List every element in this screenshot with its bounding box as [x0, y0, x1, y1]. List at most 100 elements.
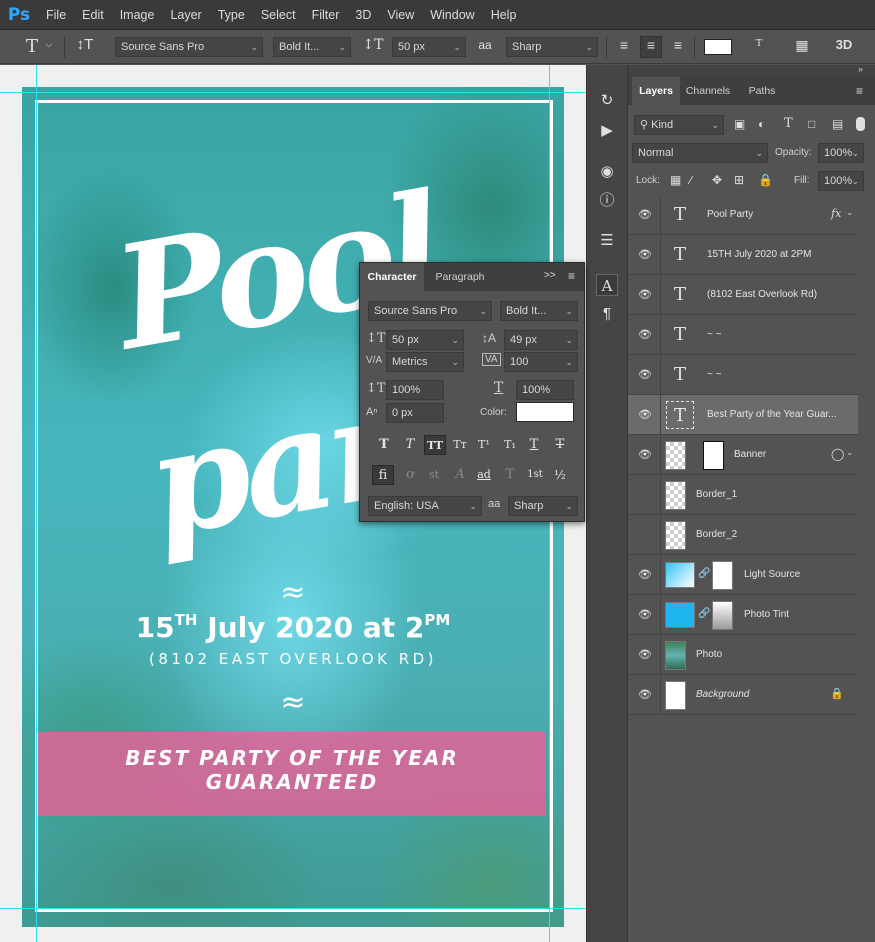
photoshop-logo[interactable]: Ps [0, 0, 38, 30]
visibility-eye-icon[interactable]: 👁 [637, 248, 653, 262]
menu-view[interactable]: View [379, 0, 422, 30]
layer-row[interactable]: Border_2 [628, 515, 858, 555]
tab-paragraph[interactable]: Paragraph [426, 263, 494, 291]
titling-alternates-button[interactable]: T [500, 465, 520, 485]
layer-row[interactable]: 👁 Background 🔒 [628, 675, 858, 715]
guide-horizontal-bottom[interactable] [0, 908, 586, 909]
char-vertical-scale-field[interactable]: 100% [386, 380, 444, 400]
layer-row[interactable]: 👁 🔗 Photo Tint [628, 595, 858, 635]
subscript-button[interactable]: T₁ [500, 435, 520, 455]
underline-button[interactable]: T [524, 435, 544, 455]
menu-window[interactable]: Window [422, 0, 482, 30]
menu-edit[interactable]: Edit [74, 0, 112, 30]
menu-help[interactable]: Help [483, 0, 525, 30]
visibility-eye-icon[interactable]: 👁 [637, 208, 653, 222]
visibility-eye-icon[interactable]: 👁 [637, 328, 653, 342]
layer-style-icon[interactable]: ◯ [831, 447, 844, 461]
char-tracking-dropdown[interactable]: 100 ⌄ [504, 352, 578, 372]
menu-file[interactable]: File [38, 0, 74, 30]
menu-3d[interactable]: 3D [347, 0, 379, 30]
layer-row[interactable]: 👁 T ~ ~ [628, 355, 858, 395]
filter-toggle-icon[interactable] [856, 117, 865, 131]
filter-pixel-icon[interactable]: ▣ [734, 117, 745, 131]
align-left-icon[interactable]: ≡ [614, 37, 634, 53]
font-family-dropdown[interactable]: Source Sans Pro ⌄ [115, 37, 263, 57]
strikethrough-button[interactable]: T [550, 435, 570, 455]
faux-italic-button[interactable]: T [400, 435, 420, 455]
filter-type-icon[interactable]: T [784, 116, 793, 131]
layer-row[interactable]: 👁 T ~ ~ [628, 315, 858, 355]
panel-expand-icon[interactable]: >> [544, 270, 556, 281]
guide-horizontal-top[interactable] [0, 92, 586, 93]
warp-text-icon[interactable]: ᵀ [748, 36, 770, 55]
history-icon[interactable]: ↻ [596, 90, 618, 112]
actions-play-icon[interactable]: ▶ [596, 120, 618, 142]
link-chain-icon[interactable]: 🔗 [698, 568, 710, 579]
char-font-style-dropdown[interactable]: Bold It... ⌄ [500, 301, 578, 321]
panel-menu-icon[interactable]: ≡ [856, 84, 863, 98]
filter-smart-object-icon[interactable]: ▤ [832, 117, 843, 131]
tab-character[interactable]: Character [360, 263, 424, 291]
visibility-eye-icon[interactable]: 👁 [637, 288, 653, 302]
visibility-eye-icon[interactable]: 👁 [637, 608, 653, 622]
opacity-field[interactable]: 100% ⌄ [818, 143, 864, 163]
char-baseline-shift-field[interactable]: 0 px [386, 403, 444, 423]
menu-layer[interactable]: Layer [162, 0, 209, 30]
language-dropdown[interactable]: English: USA ⌄ [368, 496, 482, 516]
font-size-dropdown[interactable]: 50 px ⌄ [392, 37, 466, 57]
visibility-eye-icon[interactable]: 👁 [637, 368, 653, 382]
superscript-button[interactable]: T¹ [474, 435, 494, 455]
font-style-dropdown[interactable]: Bold It... ⌄ [273, 37, 351, 57]
text-orientation-icon[interactable]: ↕T [74, 36, 96, 53]
char-kerning-dropdown[interactable]: Metrics ⌄ [386, 352, 464, 372]
char-antialias-dropdown[interactable]: Sharp ⌄ [508, 496, 578, 516]
visibility-eye-icon[interactable]: 👁 [637, 568, 653, 582]
tool-preset-chevron-icon[interactable]: ⌵ [44, 39, 54, 50]
layer-filter-dropdown[interactable]: ⚲ Kind ⌄ [634, 115, 724, 135]
menu-type[interactable]: Type [210, 0, 253, 30]
fill-field[interactable]: 100% ⌄ [818, 171, 864, 191]
lock-image-brush-icon[interactable]: ∕ [690, 173, 692, 187]
layer-row[interactable]: 👁 T Pool Party fx ⌄ [628, 195, 858, 235]
type-tool-icon[interactable]: T [22, 36, 42, 57]
layer-row[interactable]: Border_1 [628, 475, 858, 515]
tab-layers[interactable]: Layers [632, 77, 680, 105]
ordinals-button[interactable]: 1st [524, 465, 546, 485]
layer-row[interactable]: 👁 T 15TH July 2020 at 2PM [628, 235, 858, 275]
align-right-icon[interactable]: ≡ [668, 37, 688, 53]
layer-effects-icon[interactable]: fx [831, 207, 841, 220]
ligatures-button[interactable]: fi [372, 465, 394, 485]
lock-artboard-icon[interactable]: ⊞ [734, 173, 744, 187]
visibility-eye-icon[interactable]: 👁 [637, 448, 653, 462]
three-d-button[interactable]: 3D [832, 37, 856, 52]
faux-bold-button[interactable]: T [374, 435, 394, 455]
char-color-swatch[interactable] [516, 402, 574, 422]
link-chain-icon[interactable]: 🔗 [698, 608, 710, 619]
char-font-size-dropdown[interactable]: 50 px ⌄ [386, 330, 464, 350]
filter-shape-icon[interactable]: □ [808, 117, 815, 131]
lock-transparent-icon[interactable]: ▦ [670, 173, 681, 187]
lock-all-icon[interactable]: 🔒 [758, 173, 773, 187]
discretionary-ligatures-button[interactable]: ad [474, 465, 494, 485]
tab-channels[interactable]: Channels [682, 77, 734, 105]
character-panel-icon[interactable]: A [596, 274, 618, 296]
character-panel-toggle-icon[interactable]: ▦ [791, 37, 813, 54]
chevron-down-icon[interactable]: ⌄ [846, 207, 854, 218]
adjustments-icon[interactable]: ◉ [596, 161, 618, 183]
properties-icon[interactable]: ☰ [596, 230, 618, 252]
tab-paths[interactable]: Paths [740, 77, 784, 105]
all-caps-button[interactable]: TT [424, 435, 446, 455]
visibility-eye-icon[interactable]: 👁 [637, 648, 653, 662]
align-center-icon[interactable]: ≡ [640, 36, 662, 58]
filter-adjustment-icon[interactable]: ◐ [758, 117, 765, 131]
guide-vertical-left[interactable] [36, 65, 37, 942]
layer-row[interactable]: 👁 🔗 Light Source [628, 555, 858, 595]
visibility-eye-icon[interactable]: 👁 [637, 688, 653, 702]
info-icon[interactable]: ⓘ [596, 190, 618, 212]
layer-row[interactable]: 👁 Photo [628, 635, 858, 675]
menu-select[interactable]: Select [253, 0, 304, 30]
char-horizontal-scale-field[interactable]: 100% [516, 380, 574, 400]
menu-filter[interactable]: Filter [304, 0, 348, 30]
panel-menu-icon[interactable]: ≡ [568, 269, 575, 283]
swash-button[interactable]: A [450, 465, 470, 485]
